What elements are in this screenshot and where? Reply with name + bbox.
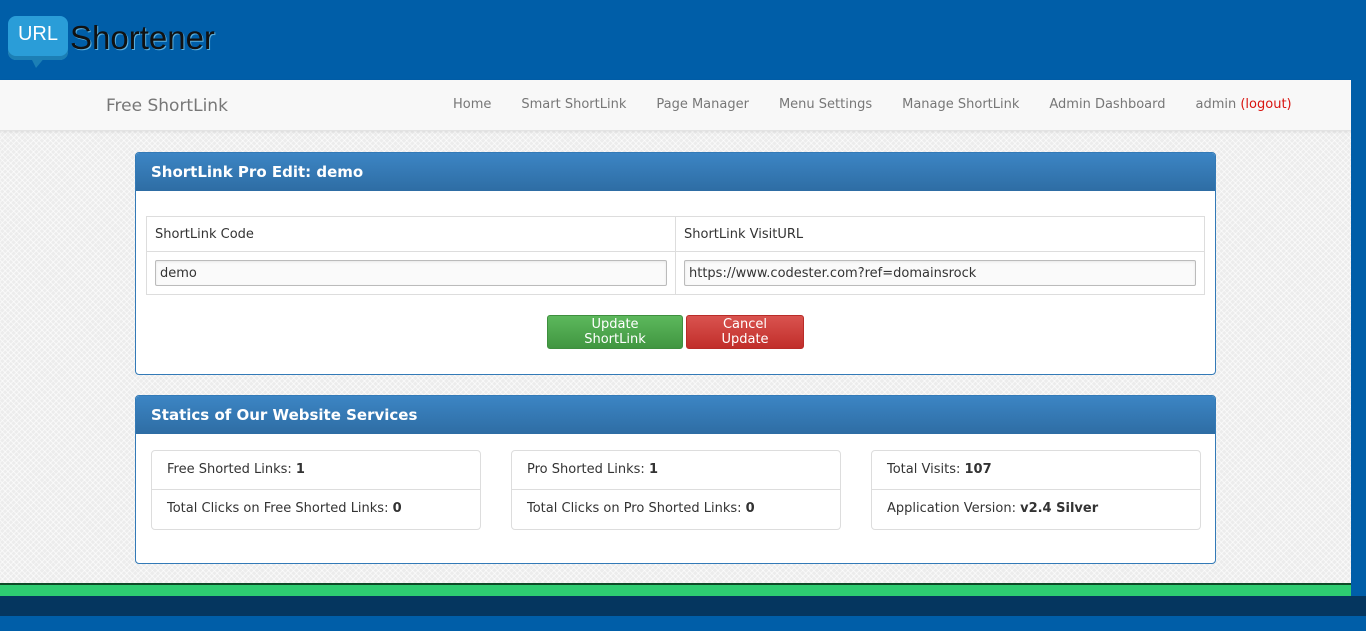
stat-label: Total Visits: — [887, 462, 961, 477]
stat-value: 0 — [745, 501, 755, 516]
stats-panel: Statics of Our Website Services Free Sho… — [135, 395, 1216, 564]
nav-page-manager[interactable]: Page Manager — [641, 80, 764, 131]
top-header: URL Shortener — [0, 0, 1366, 80]
nav-menu-settings[interactable]: Menu Settings — [764, 80, 887, 131]
nav-links: Home Smart ShortLink Page Manager Menu S… — [438, 80, 1307, 131]
list-item: Pro Shorted Links: 1 — [512, 451, 840, 490]
cancel-update-button[interactable]: Cancel Update — [686, 315, 804, 349]
list-item: Application Version: v2.4 Silver — [872, 490, 1200, 529]
edit-panel: ShortLink Pro Edit: demo ShortLink Code … — [135, 152, 1216, 375]
stats-box-pro: Pro Shorted Links: 1 Total Clicks on Pro… — [511, 450, 841, 530]
stats-panel-title: Statics of Our Website Services — [136, 396, 1215, 434]
stat-value: 1 — [295, 462, 305, 477]
stat-value: 1 — [648, 462, 658, 477]
footer-accent-bar — [0, 583, 1351, 596]
shortlink-visiturl-input[interactable] — [684, 260, 1196, 286]
list-item: Total Clicks on Pro Shorted Links: 0 — [512, 490, 840, 529]
nav-smart-shortlink[interactable]: Smart ShortLink — [506, 80, 641, 131]
list-item: Total Visits: 107 — [872, 451, 1200, 490]
logout-link[interactable]: (logout) — [1240, 97, 1291, 112]
logo-badge-text: URL — [17, 23, 58, 45]
stat-label: Total Clicks on Free Shorted Links: — [167, 501, 389, 516]
stats-box-free: Free Shorted Links: 1 Total Clicks on Fr… — [151, 450, 481, 530]
nav-username: admin — [1195, 97, 1237, 112]
stat-label: Pro Shorted Links: — [527, 462, 645, 477]
update-shortlink-button[interactable]: Update ShortLink — [547, 315, 683, 349]
shortlink-code-input[interactable] — [155, 260, 667, 286]
footer-bottom — [0, 616, 1366, 631]
page-edge — [1351, 80, 1366, 596]
list-item: Total Clicks on Free Shorted Links: 0 — [152, 490, 480, 529]
stat-value: 107 — [964, 462, 992, 477]
nav-admin-dashboard[interactable]: Admin Dashboard — [1034, 80, 1180, 131]
nav-manage-shortlink[interactable]: Manage ShortLink — [887, 80, 1034, 131]
stat-label: Total Clicks on Pro Shorted Links: — [527, 501, 742, 516]
footer-bar — [0, 596, 1366, 616]
stat-value: 0 — [392, 501, 402, 516]
stats-box-visits: Total Visits: 107 Application Version: v… — [871, 450, 1201, 530]
edit-form-table: ShortLink Code ShortLink VisitURL — [146, 216, 1205, 295]
list-item: Free Shorted Links: 1 — [152, 451, 480, 490]
stat-label: Free Shorted Links: — [167, 462, 292, 477]
shortlink-code-label: ShortLink Code — [146, 216, 676, 252]
nav-user-menu[interactable]: admin (logout) — [1180, 80, 1306, 131]
logo-name: Shortener — [70, 19, 215, 56]
edit-panel-title: ShortLink Pro Edit: demo — [136, 153, 1215, 191]
navbar-brand[interactable]: Free ShortLink — [106, 96, 228, 116]
nav-home[interactable]: Home — [438, 80, 506, 131]
navbar: Free ShortLink Home Smart ShortLink Page… — [0, 80, 1351, 131]
stat-value: v2.4 Silver — [1020, 501, 1099, 516]
shortlink-visiturl-label: ShortLink VisitURL — [675, 216, 1205, 252]
stat-label: Application Version: — [887, 501, 1016, 516]
